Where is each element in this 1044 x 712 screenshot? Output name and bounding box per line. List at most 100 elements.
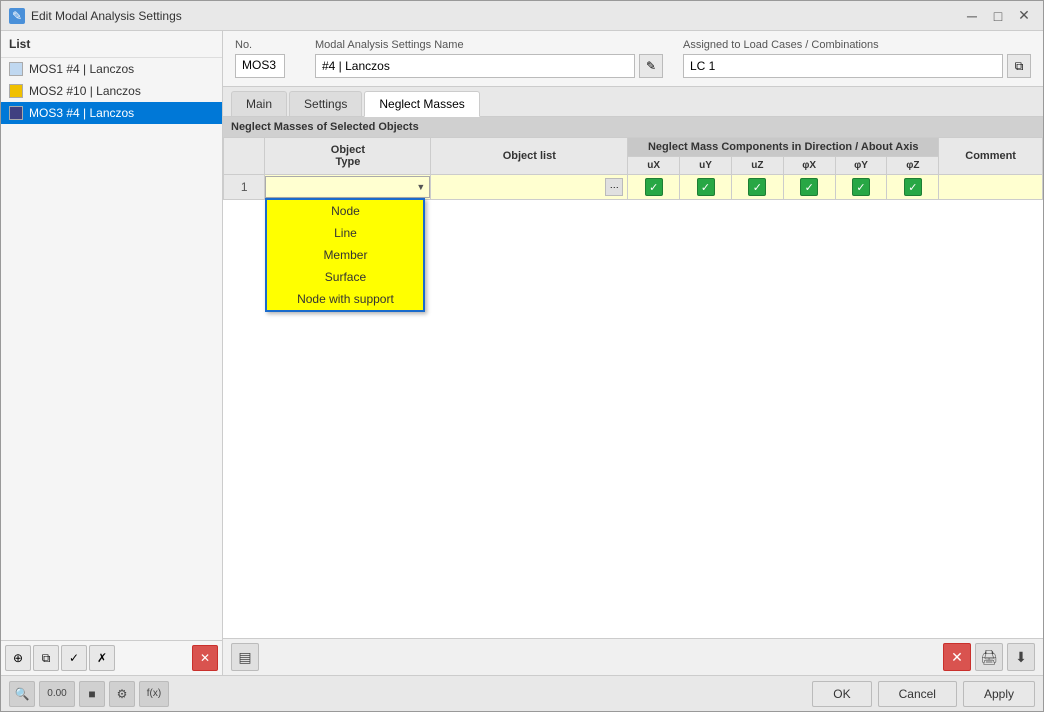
- add-item-button[interactable]: ⊕: [5, 645, 31, 671]
- tab-settings[interactable]: Settings: [289, 91, 362, 116]
- row-comment: [939, 175, 1043, 200]
- mos3-label: MOS3 #4 | Lanczos: [29, 106, 134, 120]
- row-phiz[interactable]: ✓: [887, 175, 939, 200]
- search-button[interactable]: 🔍: [9, 681, 35, 707]
- dropdown-item-node-support[interactable]: Node with support: [267, 288, 423, 310]
- sidebar-header: List: [1, 31, 222, 58]
- minimize-button[interactable]: ─: [961, 5, 983, 27]
- sidebar: List MOS1 #4 | Lanczos MOS2 #10 | Lanczo…: [1, 31, 223, 675]
- no-label: No.: [235, 39, 295, 51]
- main-window: ✎ Edit Modal Analysis Settings ─ □ ✕ Lis…: [0, 0, 1044, 712]
- mos1-label: MOS1 #4 | Lanczos: [29, 62, 134, 76]
- row-type-cell: ▼ Node Line Member Surface Node with sup…: [265, 175, 431, 200]
- dropdown-item-node[interactable]: Node: [267, 200, 423, 222]
- cancel-button[interactable]: Cancel: [878, 681, 957, 707]
- object-type-dropdown: ▼ Node Line Member Surface Node with sup…: [265, 176, 430, 198]
- copy-item-button[interactable]: ⧉: [33, 645, 59, 671]
- value-button[interactable]: 0.00: [39, 681, 75, 707]
- no-input-row: MOS3: [235, 54, 295, 78]
- name-input[interactable]: [315, 54, 635, 78]
- name-input-row: ✎: [315, 54, 663, 78]
- row-uy[interactable]: ✓: [680, 175, 732, 200]
- dropdown-menu: Node Line Member Surface Node with suppo…: [265, 198, 425, 312]
- assigned-edit-button[interactable]: ⧉: [1007, 54, 1031, 78]
- color-button[interactable]: ■: [79, 681, 105, 707]
- th-ux: uX: [628, 157, 680, 175]
- add-row-button[interactable]: ▤: [231, 643, 259, 671]
- th-object-type: ObjectType: [265, 138, 431, 175]
- th-phiy: φY: [835, 157, 887, 175]
- assigned-input[interactable]: [683, 54, 1003, 78]
- sidebar-footer: ⊕ ⧉ ✓ ✗ ✕: [1, 640, 222, 675]
- close-button[interactable]: ✕: [1013, 5, 1035, 27]
- object-list-button[interactable]: ⋯: [605, 178, 623, 196]
- main-content: List MOS1 #4 | Lanczos MOS2 #10 | Lanczo…: [1, 31, 1043, 675]
- check-phix[interactable]: ✓: [800, 178, 818, 196]
- mos2-color: [9, 84, 23, 98]
- sidebar-item-mos3[interactable]: MOS3 #4 | Lanczos: [1, 102, 222, 124]
- sidebar-item-mos1[interactable]: MOS1 #4 | Lanczos: [1, 58, 222, 80]
- name-edit-button[interactable]: ✎: [639, 54, 663, 78]
- table-container: ObjectType Object list Neglect Mass Comp…: [223, 137, 1043, 200]
- delete-item-button[interactable]: ✕: [192, 645, 218, 671]
- check-uy[interactable]: ✓: [697, 178, 715, 196]
- field-assigned: Assigned to Load Cases / Combinations ⧉: [683, 39, 1031, 78]
- th-object-list: Object list: [431, 138, 628, 175]
- print-button[interactable]: 🖨: [975, 643, 1003, 671]
- check-item-button[interactable]: ✓: [61, 645, 87, 671]
- assigned-label: Assigned to Load Cases / Combinations: [683, 39, 1031, 51]
- check-uz[interactable]: ✓: [748, 178, 766, 196]
- uncheck-item-button[interactable]: ✗: [89, 645, 115, 671]
- row-phiy[interactable]: ✓: [835, 175, 887, 200]
- mos3-color: [9, 106, 23, 120]
- right-panel: No. MOS3 Modal Analysis Settings Name ✎ …: [223, 31, 1043, 675]
- object-list-input[interactable]: [435, 177, 603, 197]
- check-phiy[interactable]: ✓: [852, 178, 870, 196]
- dropdown-trigger[interactable]: ▼: [265, 176, 430, 198]
- maximize-button[interactable]: □: [987, 5, 1009, 27]
- assigned-input-row: ⧉: [683, 54, 1031, 78]
- field-name: Modal Analysis Settings Name ✎: [315, 39, 663, 78]
- row-object-list: ⋯: [431, 175, 628, 200]
- window-controls: ─ □ ✕: [961, 5, 1035, 27]
- row-num: 1: [224, 175, 265, 200]
- mos1-color: [9, 62, 23, 76]
- tab-bar: Main Settings Neglect Masses: [223, 87, 1043, 117]
- th-direction-header: Neglect Mass Components in Direction / A…: [628, 138, 939, 157]
- export-button[interactable]: ⬇: [1007, 643, 1035, 671]
- th-num: [224, 138, 265, 175]
- dropdown-item-surface[interactable]: Surface: [267, 266, 423, 288]
- status-bar: 🔍 0.00 ■ ⚙ f(x) OK Cancel Apply: [1, 675, 1043, 711]
- header-area: No. MOS3 Modal Analysis Settings Name ✎ …: [223, 31, 1043, 87]
- tab-main[interactable]: Main: [231, 91, 287, 116]
- tab-neglect-masses[interactable]: Neglect Masses: [364, 91, 479, 117]
- dropdown-item-member[interactable]: Member: [267, 244, 423, 266]
- th-phix: φX: [783, 157, 835, 175]
- no-value: MOS3: [235, 54, 285, 78]
- field-no: No. MOS3: [235, 39, 295, 78]
- func-button[interactable]: f(x): [139, 681, 169, 707]
- check-ux[interactable]: ✓: [645, 178, 663, 196]
- delete-row-button[interactable]: ✕: [943, 643, 971, 671]
- neglect-masses-table: ObjectType Object list Neglect Mass Comp…: [223, 137, 1043, 200]
- row-uz[interactable]: ✓: [731, 175, 783, 200]
- row-phix[interactable]: ✓: [783, 175, 835, 200]
- sidebar-item-mos2[interactable]: MOS2 #10 | Lanczos: [1, 80, 222, 102]
- dialog-buttons: OK Cancel Apply: [812, 681, 1035, 707]
- th-phiz: φZ: [887, 157, 939, 175]
- dropdown-item-line[interactable]: Line: [267, 222, 423, 244]
- window-icon: ✎: [9, 8, 25, 24]
- table-row: 1 ▼ Node Lin: [224, 175, 1043, 200]
- title-bar: ✎ Edit Modal Analysis Settings ─ □ ✕: [1, 1, 1043, 31]
- bottom-toolbar: ▤ ✕ 🖨 ⬇: [223, 638, 1043, 675]
- name-label: Modal Analysis Settings Name: [315, 39, 663, 51]
- check-phiz[interactable]: ✓: [904, 178, 922, 196]
- th-uy: uY: [680, 157, 732, 175]
- window-title: Edit Modal Analysis Settings: [31, 9, 955, 23]
- th-uz: uZ: [731, 157, 783, 175]
- tool-button[interactable]: ⚙: [109, 681, 135, 707]
- apply-button[interactable]: Apply: [963, 681, 1035, 707]
- th-comment: Comment: [939, 138, 1043, 175]
- row-ux[interactable]: ✓: [628, 175, 680, 200]
- ok-button[interactable]: OK: [812, 681, 871, 707]
